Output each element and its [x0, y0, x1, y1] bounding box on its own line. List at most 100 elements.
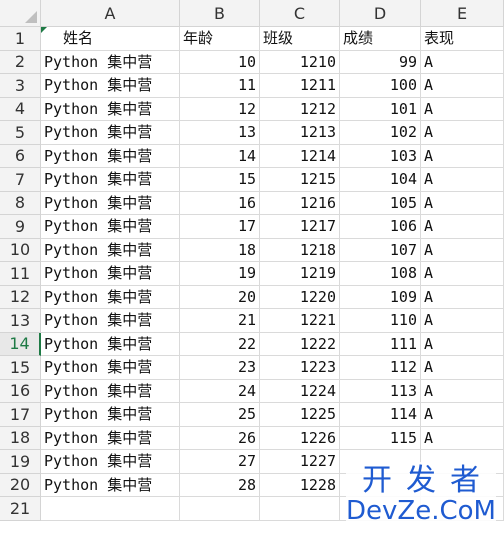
cell-a3[interactable]: Python 集中营 [41, 74, 180, 98]
cell-c3[interactable]: 1211 [260, 74, 340, 98]
cell-a6[interactable]: Python 集中营 [41, 144, 180, 168]
cell-a20[interactable]: Python 集中营 [41, 473, 180, 497]
cell-c10[interactable]: 1218 [260, 238, 340, 262]
cell-e17[interactable]: A [421, 403, 504, 427]
cell-e7[interactable]: A [421, 168, 504, 192]
cell-d8[interactable]: 105 [340, 191, 421, 215]
cell-c15[interactable]: 1223 [260, 356, 340, 380]
cell-c14[interactable]: 1222 [260, 332, 340, 356]
row-header-14[interactable]: 14 [0, 332, 41, 356]
cell-d14[interactable]: 111 [340, 332, 421, 356]
cell-d9[interactable]: 106 [340, 215, 421, 239]
cell-b9[interactable]: 17 [180, 215, 260, 239]
row-header-20[interactable]: 20 [0, 473, 41, 497]
cell-b2[interactable]: 10 [180, 50, 260, 74]
cell-a19[interactable]: Python 集中营 [41, 450, 180, 474]
cell-b14[interactable]: 22 [180, 332, 260, 356]
cell-c17[interactable]: 1225 [260, 403, 340, 427]
cell-d7[interactable]: 104 [340, 168, 421, 192]
cell-b17[interactable]: 25 [180, 403, 260, 427]
cell-d16[interactable]: 113 [340, 379, 421, 403]
column-header-b[interactable]: B [180, 0, 260, 27]
cell-header-c1[interactable]: 班级 [260, 27, 340, 51]
cell-c20[interactable]: 1228 [260, 473, 340, 497]
cell-c8[interactable]: 1216 [260, 191, 340, 215]
row-header-9[interactable]: 9 [0, 215, 41, 239]
cell-a17[interactable]: Python 集中营 [41, 403, 180, 427]
cell-e6[interactable]: A [421, 144, 504, 168]
cell-b16[interactable]: 24 [180, 379, 260, 403]
cell-c13[interactable]: 1221 [260, 309, 340, 333]
row-header-10[interactable]: 10 [0, 238, 41, 262]
cell-c2[interactable]: 1210 [260, 50, 340, 74]
cell-b10[interactable]: 18 [180, 238, 260, 262]
cell-d2[interactable]: 99 [340, 50, 421, 74]
cell-a10[interactable]: Python 集中营 [41, 238, 180, 262]
cell-e9[interactable]: A [421, 215, 504, 239]
cell-b8[interactable]: 16 [180, 191, 260, 215]
cell-e11[interactable]: A [421, 262, 504, 286]
cell-c7[interactable]: 1215 [260, 168, 340, 192]
cell-c12[interactable]: 1220 [260, 285, 340, 309]
row-header-6[interactable]: 6 [0, 144, 41, 168]
row-header-2[interactable]: 2 [0, 50, 41, 74]
cell-e4[interactable]: A [421, 97, 504, 121]
cell-a9[interactable]: Python 集中营 [41, 215, 180, 239]
row-header-21[interactable]: 21 [0, 497, 41, 521]
cell-header-a1[interactable]: 姓名 [41, 27, 180, 51]
cell-a2[interactable]: Python 集中营 [41, 50, 180, 74]
cell-e8[interactable]: A [421, 191, 504, 215]
row-header-18[interactable]: 18 [0, 426, 41, 450]
cell-e13[interactable]: A [421, 309, 504, 333]
cell-c19[interactable]: 1227 [260, 450, 340, 474]
cell-b11[interactable]: 19 [180, 262, 260, 286]
cell-d10[interactable]: 107 [340, 238, 421, 262]
cell-d12[interactable]: 109 [340, 285, 421, 309]
cell-a15[interactable]: Python 集中营 [41, 356, 180, 380]
cell-e15[interactable]: A [421, 356, 504, 380]
cell-e10[interactable]: A [421, 238, 504, 262]
cell-a7[interactable]: Python 集中营 [41, 168, 180, 192]
cell-b18[interactable]: 26 [180, 426, 260, 450]
column-header-e[interactable]: E [421, 0, 504, 27]
cell-e3[interactable]: A [421, 74, 504, 98]
cell-d6[interactable]: 103 [340, 144, 421, 168]
cell-a14[interactable]: Python 集中营 [41, 332, 180, 356]
cell-b7[interactable]: 15 [180, 168, 260, 192]
cell-a21[interactable] [41, 497, 180, 521]
cell-a5[interactable]: Python 集中营 [41, 121, 180, 145]
cell-c16[interactable]: 1224 [260, 379, 340, 403]
cell-e16[interactable]: A [421, 379, 504, 403]
cell-e18[interactable]: A [421, 426, 504, 450]
cell-b3[interactable]: 11 [180, 74, 260, 98]
column-header-c[interactable]: C [260, 0, 340, 27]
cell-b15[interactable]: 23 [180, 356, 260, 380]
cell-d13[interactable]: 110 [340, 309, 421, 333]
cell-a13[interactable]: Python 集中营 [41, 309, 180, 333]
row-header-12[interactable]: 12 [0, 285, 41, 309]
cell-d15[interactable]: 112 [340, 356, 421, 380]
cell-b12[interactable]: 20 [180, 285, 260, 309]
cell-b4[interactable]: 12 [180, 97, 260, 121]
row-header-5[interactable]: 5 [0, 121, 41, 145]
cell-d4[interactable]: 101 [340, 97, 421, 121]
row-header-11[interactable]: 11 [0, 262, 41, 286]
cell-e2[interactable]: A [421, 50, 504, 74]
select-all-corner[interactable] [0, 0, 41, 27]
row-header-16[interactable]: 16 [0, 379, 41, 403]
row-header-15[interactable]: 15 [0, 356, 41, 380]
cell-header-d1[interactable]: 成绩 [340, 27, 421, 51]
cell-c4[interactable]: 1212 [260, 97, 340, 121]
cell-d3[interactable]: 100 [340, 74, 421, 98]
row-header-19[interactable]: 19 [0, 450, 41, 474]
cell-b19[interactable]: 27 [180, 450, 260, 474]
row-header-13[interactable]: 13 [0, 309, 41, 333]
cell-header-e1[interactable]: 表现 [421, 27, 504, 51]
row-header-3[interactable]: 3 [0, 74, 41, 98]
row-header-1[interactable]: 1 [0, 27, 41, 51]
cell-b21[interactable] [180, 497, 260, 521]
cell-e14[interactable]: A [421, 332, 504, 356]
cell-c9[interactable]: 1217 [260, 215, 340, 239]
row-header-8[interactable]: 8 [0, 191, 41, 215]
cell-d18[interactable]: 115 [340, 426, 421, 450]
